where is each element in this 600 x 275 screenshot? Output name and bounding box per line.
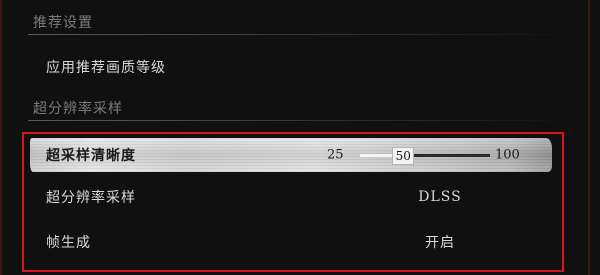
render-scale-row[interactable]: 超采样清晰度 25 50 100 <box>30 135 560 175</box>
frame-generation-label: 帧生成 <box>46 235 91 251</box>
upscaling-row[interactable]: 超分辨率采样 DLSS <box>30 177 560 217</box>
render-scale-slider[interactable]: 50 <box>360 146 490 165</box>
upscaling-label: 超分辨率采样 <box>46 190 136 206</box>
apply-recommended-quality-button[interactable]: 应用推荐画质等级 <box>30 47 560 87</box>
frame-generation-value[interactable]: 开启 <box>360 232 520 252</box>
left-frame-border <box>0 0 2 275</box>
section-divider <box>28 34 576 35</box>
slider-min-label: 25 <box>327 147 344 163</box>
apply-recommended-label: 应用推荐画质等级 <box>46 60 166 76</box>
section-title-upscaling: 超分辨率采样 <box>33 101 123 117</box>
right-frame-border <box>588 0 590 275</box>
frame-generation-row[interactable]: 帧生成 开启 <box>30 222 560 262</box>
section-divider <box>28 120 576 121</box>
upscaling-value[interactable]: DLSS <box>360 189 520 205</box>
render-scale-label: 超采样清晰度 <box>46 148 136 164</box>
slider-handle[interactable]: 50 <box>392 146 415 165</box>
section-title-recommend: 推荐设置 <box>33 15 93 31</box>
slider-max-label: 100 <box>495 147 520 163</box>
